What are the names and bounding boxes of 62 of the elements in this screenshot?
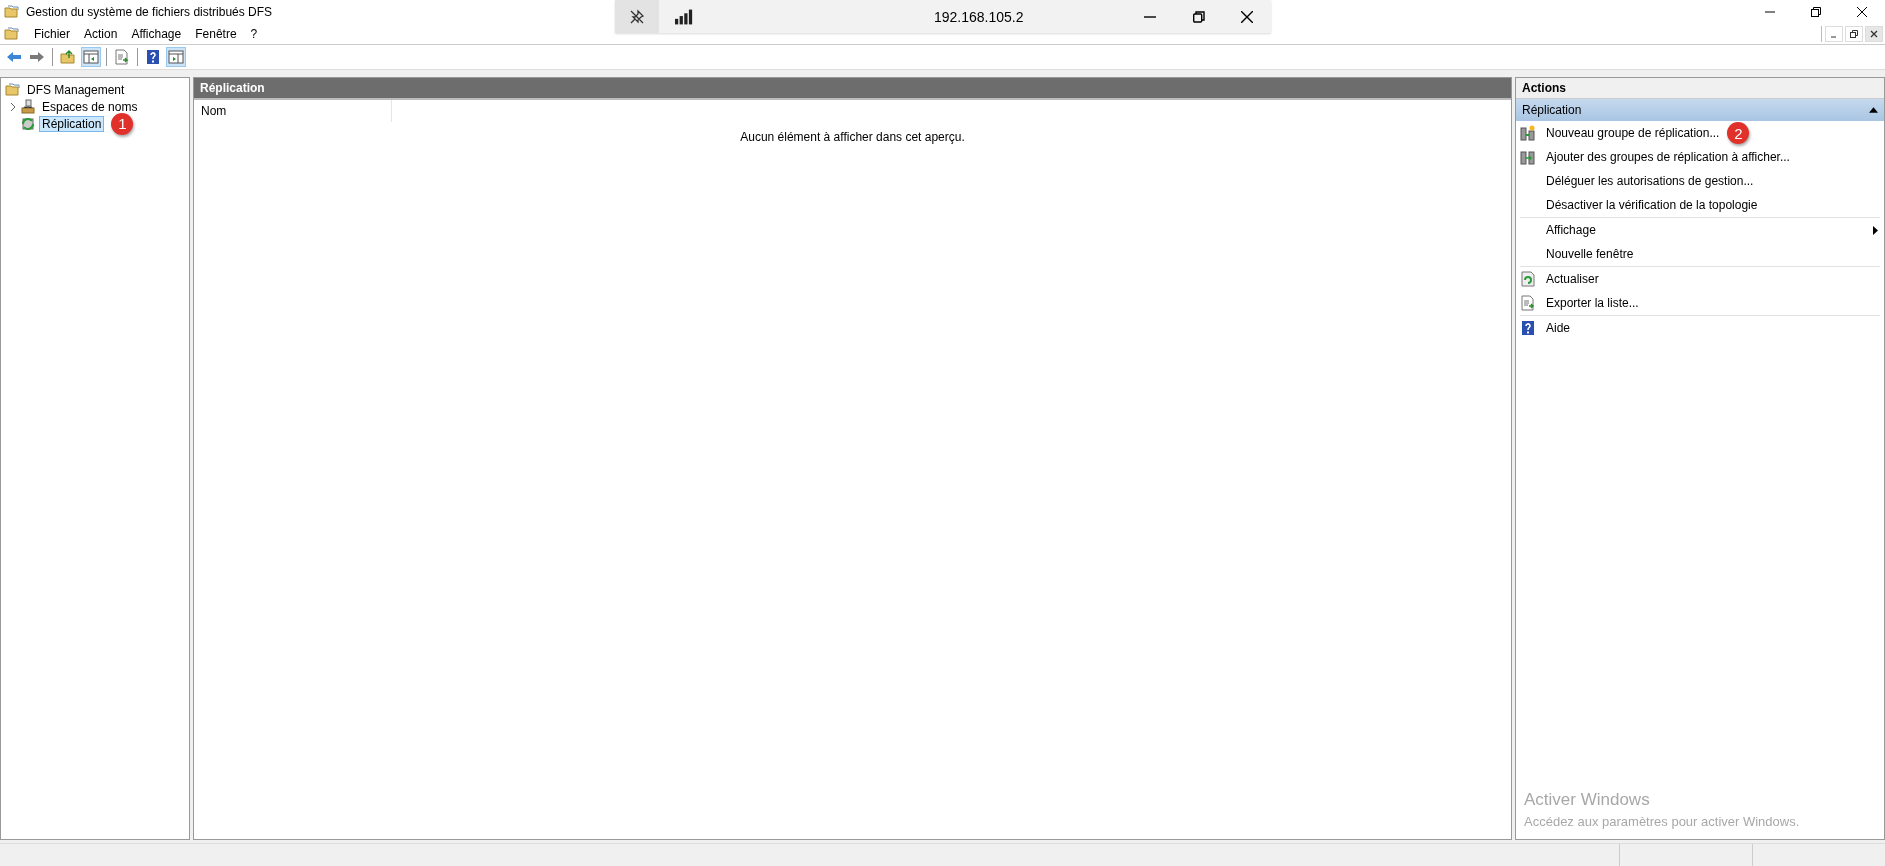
pane-icon bbox=[83, 49, 99, 65]
activation-message: Accédez aux paramètres pour activer Windows. bbox=[1524, 814, 1800, 829]
menu-item[interactable]: Fenêtre bbox=[195, 27, 237, 41]
show-tree-button[interactable] bbox=[81, 47, 101, 67]
action-link[interactable]: Déléguer les autorisations de gestion... bbox=[1546, 174, 1754, 188]
folders-icon bbox=[4, 26, 20, 42]
namespace-icon bbox=[20, 98, 36, 115]
restore-icon bbox=[1811, 7, 1821, 17]
menu-item[interactable]: Action bbox=[84, 27, 118, 41]
collapse-icon[interactable] bbox=[1869, 107, 1878, 113]
folder-up-icon bbox=[60, 49, 76, 65]
action-link[interactable]: Ajouter des groupes de réplication à afficher... bbox=[1546, 150, 1790, 164]
pane-header: Réplication bbox=[194, 78, 1511, 100]
section-title: Réplication bbox=[1522, 103, 1582, 117]
close-icon bbox=[1870, 30, 1878, 38]
action-link[interactable]: Exporter la liste... bbox=[1546, 296, 1639, 310]
server-arrow-icon bbox=[1520, 149, 1536, 165]
pane-header: Actions bbox=[1516, 78, 1884, 99]
section-header[interactable]: Réplication bbox=[1516, 99, 1884, 121]
menu-item[interactable]: Fichier bbox=[34, 27, 70, 41]
menu-item[interactable]: ? bbox=[250, 27, 258, 41]
replication-icon bbox=[20, 115, 36, 132]
refresh-icon bbox=[1520, 271, 1536, 287]
unpin-icon bbox=[629, 8, 646, 25]
up-button[interactable] bbox=[58, 47, 78, 67]
folders-icon bbox=[5, 81, 21, 98]
close-icon bbox=[1240, 10, 1253, 23]
action-link[interactable]: Actualiser bbox=[1546, 272, 1599, 286]
window-title: Gestion du système de fichiers distribués DFS bbox=[26, 5, 273, 19]
restore-icon bbox=[1850, 30, 1858, 38]
server-star-icon bbox=[1520, 125, 1536, 141]
tree-item[interactable]: Réplication bbox=[39, 115, 105, 132]
activation-title: Activer Windows bbox=[1524, 790, 1651, 810]
menu-item[interactable]: Affichage bbox=[131, 27, 182, 41]
chevron-icon[interactable] bbox=[9, 101, 17, 112]
empty-message: Aucun élément à afficher dans cet aperçu. bbox=[739, 130, 966, 144]
action-link[interactable]: Nouveau groupe de réplication... bbox=[1546, 126, 1720, 140]
action-link[interactable]: Aide bbox=[1546, 321, 1571, 335]
callout-badge: 1 bbox=[111, 112, 134, 135]
export-icon bbox=[114, 49, 130, 65]
column-header[interactable]: Nom bbox=[194, 100, 392, 122]
action-link[interactable]: Nouvelle fenêtre bbox=[1546, 247, 1634, 261]
close-icon bbox=[1857, 7, 1867, 17]
action-link[interactable]: Affichage bbox=[1546, 223, 1596, 237]
show-action-pane-button[interactable] bbox=[166, 47, 186, 67]
pin-button[interactable] bbox=[615, 0, 660, 33]
action-link[interactable]: Désactiver la vérification de la topologie bbox=[1546, 198, 1758, 212]
export-icon bbox=[1520, 295, 1536, 311]
close-button[interactable] bbox=[1865, 26, 1883, 42]
folders-icon bbox=[4, 4, 20, 20]
pane-icon bbox=[168, 49, 184, 65]
ip-address: 192.168.105.2 bbox=[932, 8, 1025, 25]
callout-badge: 2 bbox=[1727, 122, 1750, 144]
right-arrow-icon bbox=[29, 49, 45, 65]
tree-item[interactable]: Espaces de noms bbox=[39, 98, 141, 115]
restore-icon bbox=[1192, 10, 1205, 23]
left-arrow-icon bbox=[6, 49, 22, 65]
help-icon bbox=[145, 49, 161, 65]
help-icon bbox=[1520, 320, 1536, 336]
restore-button[interactable] bbox=[1845, 26, 1863, 42]
tree-item[interactable]: DFS Management bbox=[24, 81, 128, 98]
signal-icon bbox=[675, 8, 694, 25]
